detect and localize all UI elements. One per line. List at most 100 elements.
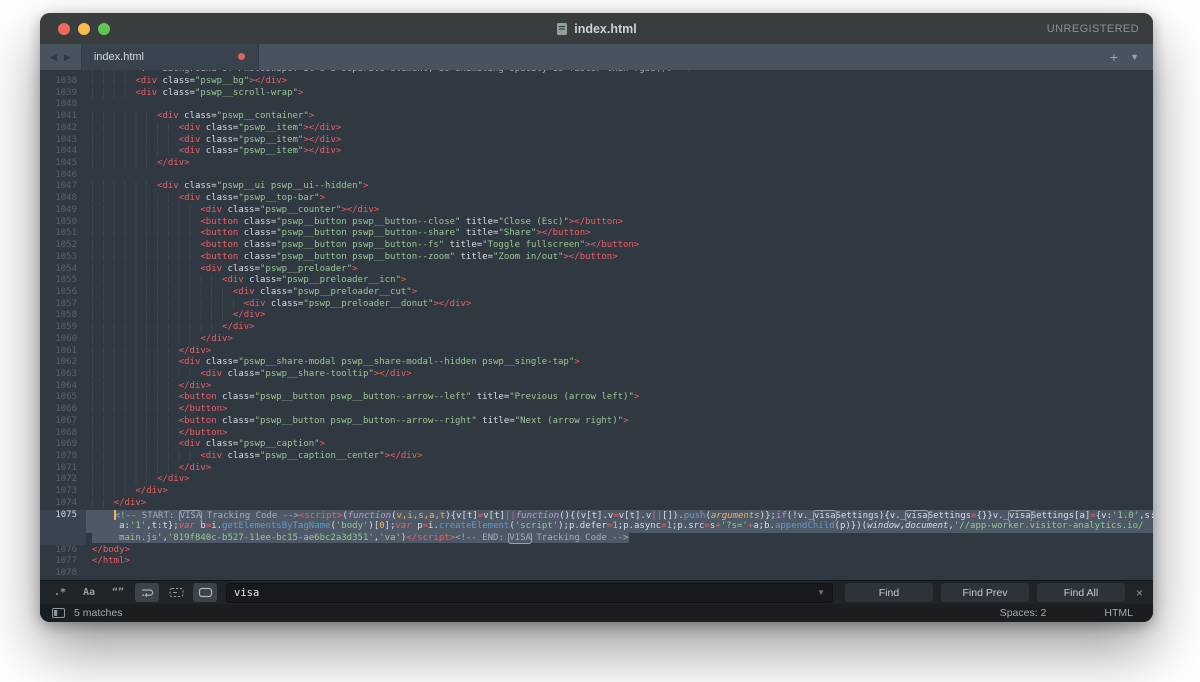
code-line: 1073 </div> — [40, 486, 1153, 498]
code-text: </div> — [86, 486, 1153, 498]
code-text: main.js','819f840c-b527-11ee-bc15-ae6bc2… — [86, 533, 1153, 545]
sublime-text-window: index.html UNREGISTERED ◀ ▶ index.html +… — [40, 13, 1153, 622]
traffic-lights — [58, 23, 110, 35]
code-text: <div class="pswp__preloader"> — [86, 264, 1153, 276]
status-bar: 5 matches Spaces: 2 HTML — [40, 604, 1153, 622]
code-text: <div class="pswp__preloader__icn"> — [86, 275, 1153, 287]
code-line: 1058 </div> — [40, 310, 1153, 322]
code-line: 1068 </button> — [40, 428, 1153, 440]
line-number: 1061 — [40, 346, 86, 358]
code-text: <div class="pswp__bg"></div> — [86, 76, 1153, 88]
wrap-search-toggle[interactable] — [135, 583, 159, 602]
code-text: </button> — [86, 428, 1153, 440]
line-number: 1058 — [40, 310, 86, 322]
code-text: <div class="pswp__item"></div> — [86, 146, 1153, 158]
indentation-setting[interactable]: Spaces: 2 — [1000, 607, 1047, 619]
highlight-matches-toggle[interactable] — [193, 583, 217, 602]
in-selection-toggle[interactable] — [164, 583, 188, 602]
tab-controls: + ▼ — [1110, 44, 1139, 70]
close-window-button[interactable] — [58, 23, 70, 35]
line-number: 1071 — [40, 463, 86, 475]
line-number: 1056 — [40, 287, 86, 299]
code-text: </div> — [86, 463, 1153, 475]
line-number: 1045 — [40, 158, 86, 170]
code-line: 1076</body> — [40, 545, 1153, 557]
line-number: 1038 — [40, 76, 86, 88]
code-text: <!-- START: VISA Tracking Code --><scrip… — [86, 510, 1153, 522]
unsaved-changes-dot — [238, 53, 245, 60]
code-line: 1056 <div class="pswp__preloader__cut"> — [40, 287, 1153, 299]
syntax-setting[interactable]: HTML — [1104, 607, 1133, 619]
code-line: 1042 <div class="pswp__item"></div> — [40, 123, 1153, 135]
whole-word-toggle[interactable]: “” — [106, 583, 130, 602]
code-text: <div class="pswp__item"></div> — [86, 123, 1153, 135]
find-prev-button[interactable]: Find Prev — [941, 583, 1029, 602]
code-text: </html> — [86, 556, 1153, 568]
unregistered-badge: UNREGISTERED — [1047, 13, 1139, 44]
code-line: 1067 <button class="pswp__button pswp__b… — [40, 416, 1153, 428]
whole-word-icon: “” — [112, 587, 124, 598]
find-panel: .* Aa “” — [40, 580, 1153, 604]
line-number: 1041 — [40, 111, 86, 123]
code-text: <div class="pswp__scroll-wrap"> — [86, 88, 1153, 100]
code-text: <button class="pswp__button pswp__button… — [86, 416, 1153, 428]
code-text: <div class="pswp__container"> — [86, 111, 1153, 123]
line-number: 1074 — [40, 498, 86, 510]
line-number: 1039 — [40, 88, 86, 100]
code-line: 1046 — [40, 170, 1153, 182]
code-line: 1041 <div class="pswp__container"> — [40, 111, 1153, 123]
line-number: 1040 — [40, 99, 86, 111]
line-number: 1059 — [40, 322, 86, 334]
line-number: 1060 — [40, 334, 86, 346]
code-line: 1049 <div class="pswp__counter"></div> — [40, 205, 1153, 217]
line-number: 1052 — [40, 240, 86, 252]
code-text: </div> — [86, 310, 1153, 322]
zoom-window-button[interactable] — [98, 23, 110, 35]
history-arrows: ◀ ▶ — [40, 44, 81, 70]
code-editor[interactable]: <!-- Background of PhotoSwipe. It's a se… — [40, 70, 1153, 580]
minimize-window-button[interactable] — [78, 23, 90, 35]
tab-label: index.html — [94, 51, 144, 63]
code-line: 1039 <div class="pswp__scroll-wrap"> — [40, 88, 1153, 100]
line-number: 1048 — [40, 193, 86, 205]
line-number: 1077 — [40, 556, 86, 568]
code-line: 1074 </div> — [40, 498, 1153, 510]
code-line: 1038 <div class="pswp__bg"></div> — [40, 76, 1153, 88]
code-text: <div class="pswp__preloader__donut"></di… — [86, 299, 1153, 311]
find-all-button[interactable]: Find All — [1037, 583, 1125, 602]
desktop: index.html UNREGISTERED ◀ ▶ index.html +… — [0, 0, 1200, 682]
code-line: 1063 <div class="pswp__share-tooltip"></… — [40, 369, 1153, 381]
find-button[interactable]: Find — [845, 583, 933, 602]
code-text: <div class="pswp__caption__center"></div… — [86, 451, 1153, 463]
back-arrow-icon[interactable]: ◀ — [50, 52, 57, 63]
match-count: 5 matches — [74, 607, 122, 619]
tab-index-html[interactable]: index.html — [81, 44, 259, 70]
code-line: a:'1',t:t};var b=i.getElementsByTagName(… — [40, 521, 1153, 533]
regex-toggle[interactable]: .* — [48, 583, 72, 602]
code-line: 1071 </div> — [40, 463, 1153, 475]
code-line: 1052 <button class="pswp__button pswp__b… — [40, 240, 1153, 252]
code-line: 1064 </div> — [40, 381, 1153, 393]
panel-toggle-icon[interactable] — [52, 608, 65, 618]
code-line: 1070 <div class="pswp__caption__center">… — [40, 451, 1153, 463]
tab-overflow-button[interactable]: ▼ — [1130, 52, 1139, 62]
code-line: 1053 <button class="pswp__button pswp__b… — [40, 252, 1153, 264]
line-number: 1057 — [40, 299, 86, 311]
line-number: 1054 — [40, 264, 86, 276]
line-number: 1046 — [40, 170, 86, 182]
case-sensitive-toggle[interactable]: Aa — [77, 583, 101, 602]
find-input[interactable] — [234, 587, 811, 599]
code-line: 1055 <div class="pswp__preloader__icn"> — [40, 275, 1153, 287]
line-number: 1049 — [40, 205, 86, 217]
code-text — [86, 99, 1153, 111]
code-text: <button class="pswp__button pswp__button… — [86, 240, 1153, 252]
find-history-dropdown[interactable]: ▼ — [817, 588, 825, 597]
new-tab-button[interactable]: + — [1110, 50, 1118, 64]
forward-arrow-icon[interactable]: ▶ — [64, 52, 71, 63]
close-find-panel-button[interactable]: × — [1136, 586, 1143, 600]
line-number: 1042 — [40, 123, 86, 135]
code-line: 1065 <button class="pswp__button pswp__b… — [40, 392, 1153, 404]
highlight-matches-icon — [198, 587, 213, 598]
code-line: 1059 </div> — [40, 322, 1153, 334]
line-number: 1070 — [40, 451, 86, 463]
